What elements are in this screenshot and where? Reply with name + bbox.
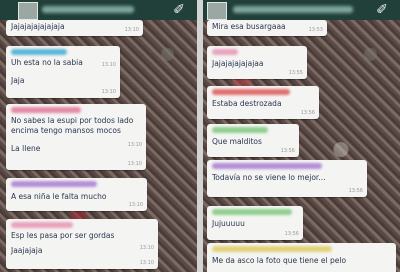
message-bubble[interactable]: Esp les pasa por ser gordas 13:10 Jaajaj… bbox=[6, 219, 158, 269]
sender-name-blurred bbox=[11, 49, 67, 55]
right-chat-screen: ✐ Mira esa busargaaa 13:53 Jajajajajajaj… bbox=[203, 0, 400, 272]
message-bubble[interactable]: Estaba destrozada 13:56 bbox=[207, 86, 319, 119]
message-bubble[interactable]: Jajajajajajajaa 13:55 bbox=[207, 46, 307, 79]
message-time: 13:56 bbox=[284, 231, 299, 237]
message-time: 13:53 bbox=[308, 27, 323, 33]
message-text: Uh esta no la sabia bbox=[11, 58, 83, 67]
message-bubble[interactable]: Mira esa busargaaa 13:53 bbox=[207, 20, 327, 36]
message-time: 13:10 bbox=[139, 260, 154, 266]
message-bubble[interactable]: Uh esta no la sabia 13:10 Jaja 13:10 bbox=[6, 46, 120, 98]
message-text: Jaajajaja bbox=[11, 246, 43, 255]
screenshots-composite: ✐ Jajajajajajajaja 13:10 Uh esta no la s… bbox=[0, 0, 400, 272]
message-text: Estaba destrozada bbox=[212, 99, 282, 108]
message-bubble[interactable]: Me da asco la foto que tiene el pelo bbox=[207, 243, 396, 272]
message-text: Me da asco la foto que tiene el pelo bbox=[212, 256, 347, 265]
message-time: 13:10 bbox=[139, 245, 154, 251]
message-text: Jaja bbox=[11, 76, 25, 85]
message-text: Mira esa busargaaa bbox=[212, 22, 286, 31]
message-time: 13:55 bbox=[288, 70, 303, 76]
sender-name-blurred bbox=[212, 163, 322, 169]
contact-avatar[interactable] bbox=[18, 2, 38, 20]
sender-name-blurred bbox=[11, 107, 81, 113]
attach-icon[interactable]: ✐ bbox=[170, 1, 188, 19]
message-time: 13:56 bbox=[300, 110, 315, 116]
attach-icon[interactable]: ✐ bbox=[373, 1, 391, 19]
message-bubble[interactable]: A esa niña le falta mucho 13:10 bbox=[6, 178, 147, 211]
message-text: Jajajajajajajaja bbox=[11, 22, 65, 31]
message-text: La llene bbox=[11, 144, 41, 153]
message-time: 13:10 bbox=[101, 89, 116, 95]
message-bubble[interactable]: Todavía no se viene lo mejor... 13:56 bbox=[207, 160, 367, 197]
sender-name-blurred bbox=[212, 209, 292, 215]
contact-name-blurred bbox=[42, 6, 134, 13]
message-text: Todavía no se viene lo mejor... bbox=[212, 173, 326, 182]
contact-name-blurred bbox=[233, 6, 353, 13]
message-time: 13:56 bbox=[280, 148, 295, 154]
message-text: A esa niña le falta mucho bbox=[11, 192, 107, 201]
sender-name-blurred bbox=[212, 89, 290, 95]
contact-avatar[interactable] bbox=[207, 2, 227, 20]
sender-name-blurred bbox=[212, 49, 238, 55]
message-text: Jujuuuuu bbox=[212, 219, 245, 228]
sender-name-blurred bbox=[11, 222, 73, 228]
sender-name-blurred bbox=[212, 246, 332, 252]
message-text: Esp les pasa por ser gordas bbox=[11, 231, 115, 240]
sender-name-blurred bbox=[212, 127, 268, 133]
sender-name-blurred bbox=[11, 181, 97, 187]
message-bubble[interactable]: Jujuuuuu 13:56 bbox=[207, 206, 303, 240]
left-chat-screen: ✐ Jajajajajajajaja 13:10 Uh esta no la s… bbox=[0, 0, 197, 272]
message-text: encima tengo mansos mocos bbox=[11, 126, 121, 135]
message-time: 13:10 bbox=[101, 62, 116, 68]
message-bubble[interactable]: Jajajajajajajaja 13:10 bbox=[6, 20, 143, 36]
message-bubble[interactable]: No sabes la esupi por todos lado encima … bbox=[6, 104, 146, 170]
message-time: 13:10 bbox=[127, 161, 142, 167]
message-time: 13:56 bbox=[348, 188, 363, 194]
message-text: No sabes la esupi por todos lado bbox=[11, 116, 134, 125]
chat-header: ✐ bbox=[203, 0, 400, 20]
message-bubble[interactable]: Que malditos 13:56 bbox=[207, 124, 299, 157]
message-time: 13:10 bbox=[127, 142, 142, 148]
chat-header: ✐ bbox=[0, 0, 197, 20]
message-time: 13:10 bbox=[124, 27, 139, 33]
message-time: 13:10 bbox=[128, 202, 143, 208]
